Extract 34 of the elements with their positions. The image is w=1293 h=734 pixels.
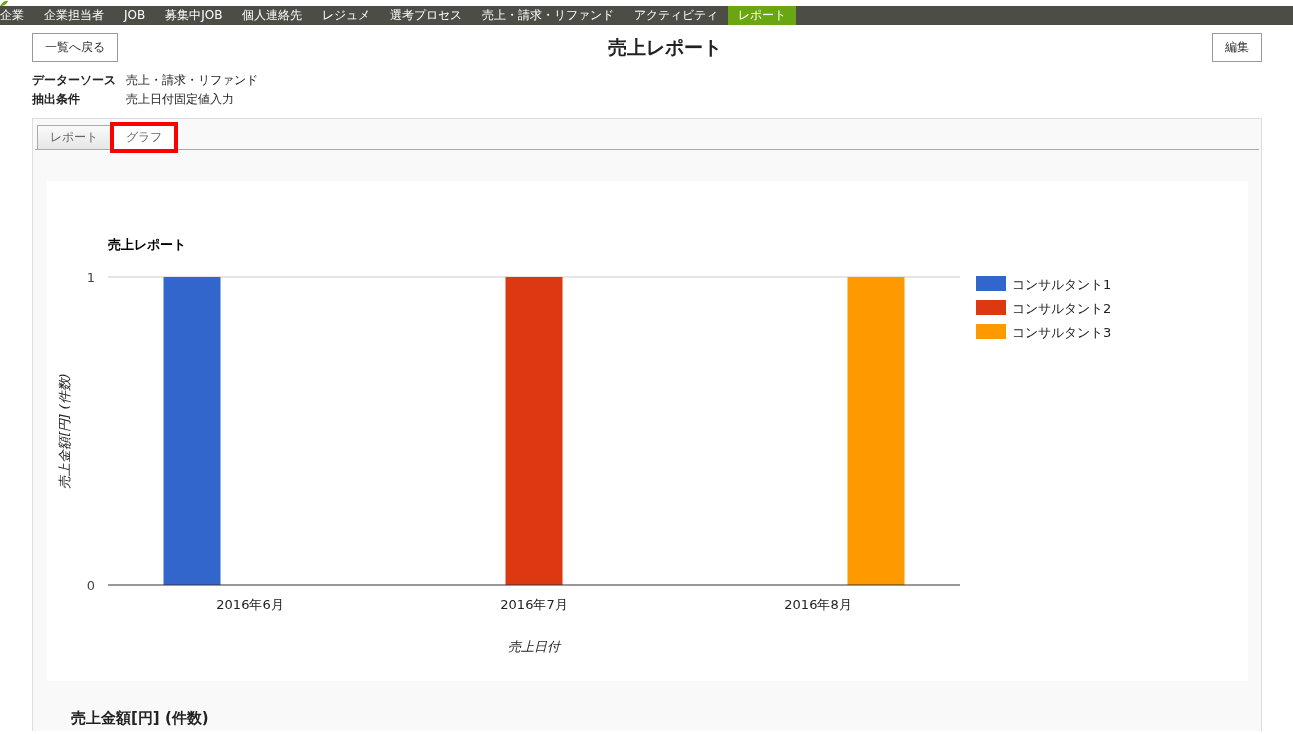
- meta-label: 抽出条件: [32, 91, 81, 108]
- nav-tab[interactable]: 募集中JOB: [155, 6, 233, 25]
- legend-swatch: [976, 300, 1006, 315]
- meta-value: 売上日付固定値入力: [126, 91, 235, 108]
- nav-tab[interactable]: 企業担当者: [34, 6, 114, 25]
- y-tick-label: 1: [86, 270, 95, 285]
- x-tick-label: 2016年7月: [500, 597, 568, 612]
- edit-button[interactable]: 編集: [1212, 33, 1262, 62]
- y-tick-label: 0: [86, 578, 95, 593]
- nav-tab[interactable]: 選考プロセス: [380, 6, 473, 25]
- legend-swatch: [976, 276, 1006, 291]
- back-button[interactable]: 一覧へ戻る: [32, 33, 118, 62]
- leaf-icon: [0, 0, 8, 6]
- nav-tab[interactable]: レジュメ: [312, 6, 381, 25]
- y-axis-label: 売上金額[円] (件数): [57, 373, 72, 489]
- legend-label: コンサルタント1: [1012, 277, 1112, 292]
- page-title: 売上レポート: [608, 34, 722, 60]
- meta-label: データーソース: [32, 72, 117, 89]
- legend-label: コンサルタント3: [1012, 325, 1112, 340]
- legend-label: コンサルタント2: [1012, 301, 1112, 316]
- nav-tab[interactable]: JOB: [114, 6, 156, 25]
- nav-tab[interactable]: 売上・請求・リファンド: [472, 6, 625, 25]
- tab[interactable]: レポート: [37, 125, 111, 150]
- x-tick-label: 2016年6月: [216, 597, 284, 612]
- table-title: 売上金額[円] (件数): [71, 709, 1223, 731]
- nav-tab[interactable]: アクティビティ: [624, 6, 729, 25]
- nav-tab[interactable]: 企業: [0, 6, 34, 25]
- x-tick-label: 2016年8月: [784, 597, 852, 612]
- legend-swatch: [976, 324, 1006, 339]
- x-axis-label: 売上日付: [508, 639, 560, 654]
- meta-value: 売上・請求・リファンド: [126, 72, 258, 89]
- chart-title: 売上レポート: [108, 237, 186, 252]
- tab[interactable]: グラフ: [113, 125, 175, 150]
- nav-tab[interactable]: 個人連絡先: [232, 6, 313, 25]
